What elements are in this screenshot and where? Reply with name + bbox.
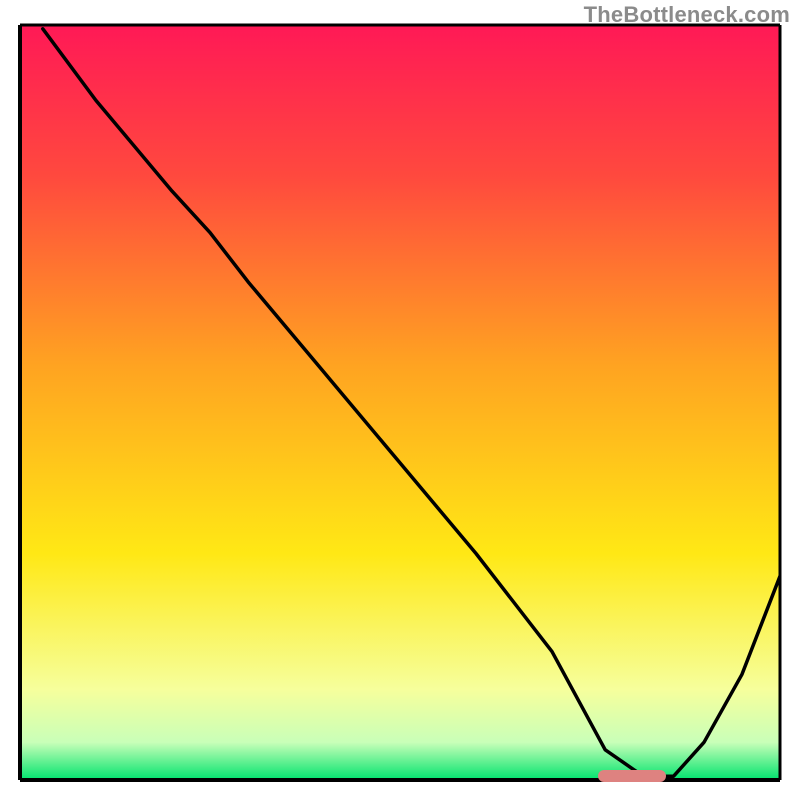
chart-svg (0, 0, 800, 800)
chart-container: TheBottleneck.com (0, 0, 800, 800)
watermark-text: TheBottleneck.com (584, 2, 790, 28)
lowest-region-bar (598, 770, 666, 782)
gradient-background (20, 25, 780, 780)
